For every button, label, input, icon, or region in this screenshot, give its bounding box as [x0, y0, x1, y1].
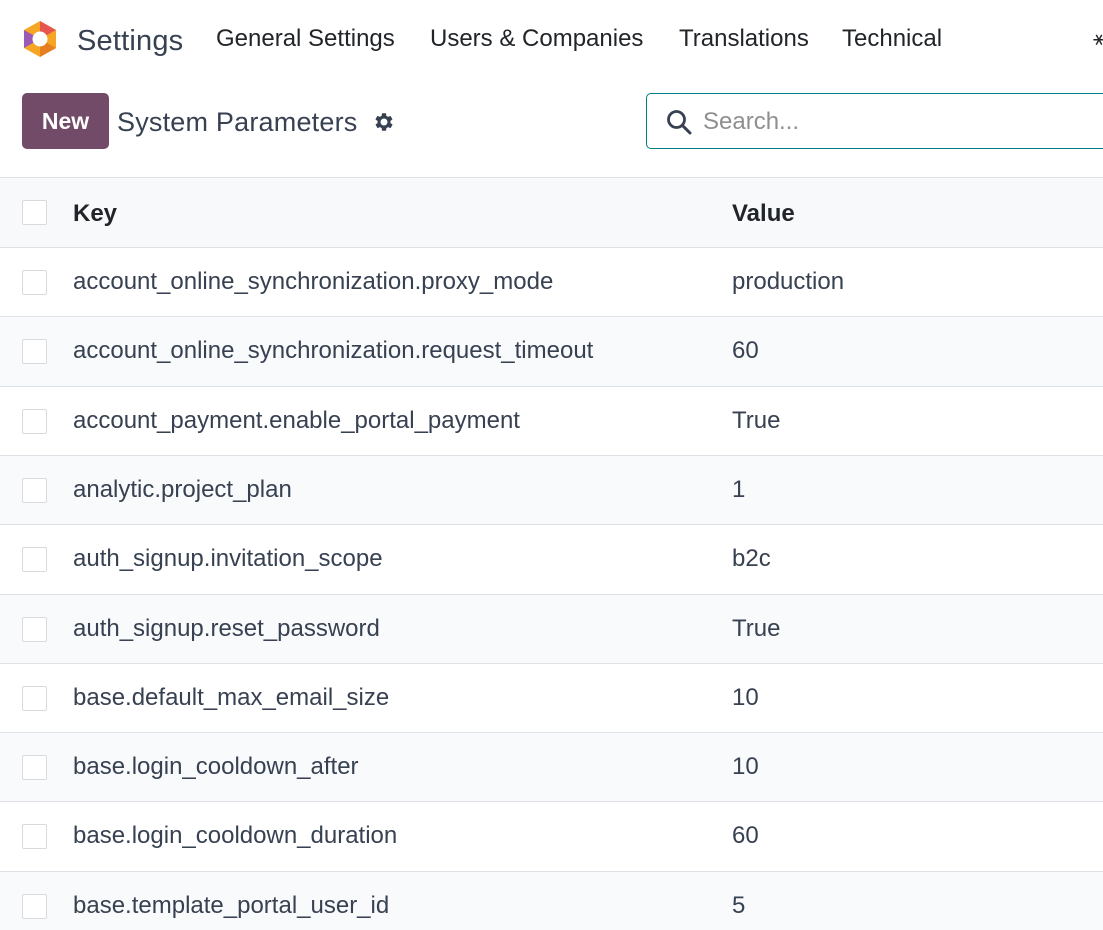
control-panel: New System Parameters [0, 80, 1103, 178]
table-row[interactable]: auth_signup.invitation_scope b2c [0, 524, 1103, 594]
cell-value: 60 [732, 337, 759, 365]
menu-general-settings[interactable]: General Settings [216, 25, 395, 53]
cell-key: account_payment.enable_portal_payment [73, 406, 520, 434]
cell-value: 1 [732, 475, 746, 503]
cell-value: True [732, 406, 781, 434]
cell-value: 60 [732, 822, 759, 850]
app-name[interactable]: Settings [77, 25, 183, 58]
gear-icon[interactable] [372, 110, 396, 134]
system-parameters-table: Key Value account_online_synchronization… [0, 177, 1103, 930]
cell-key: base.template_portal_user_id [73, 891, 390, 919]
search-input[interactable] [703, 103, 1083, 141]
row-checkbox[interactable] [22, 270, 47, 295]
cell-key: base.default_max_email_size [73, 683, 390, 711]
menu-users-companies[interactable]: Users & Companies [430, 25, 643, 53]
table-row[interactable]: base.default_max_email_size 10 [0, 662, 1103, 733]
cell-key: base.login_cooldown_after [73, 753, 359, 781]
cell-key: base.login_cooldown_duration [73, 822, 398, 850]
row-checkbox[interactable] [22, 477, 47, 503]
table-row[interactable]: base.login_cooldown_duration 60 [0, 801, 1103, 871]
table-row[interactable]: analytic.project_plan 1 [0, 454, 1103, 525]
menu-translations[interactable]: Translations [679, 25, 809, 53]
row-checkbox[interactable] [22, 616, 47, 642]
select-all-checkbox[interactable] [22, 200, 47, 225]
systray-activity-icon[interactable]: ⚹ [1093, 28, 1103, 51]
column-header-key[interactable]: Key [73, 200, 117, 228]
table-header-row: Key Value [0, 177, 1103, 247]
cell-value: b2c [732, 545, 771, 573]
settings-app-logo-icon[interactable] [22, 20, 58, 58]
top-navbar: Settings General Settings Users & Compan… [0, 0, 1103, 80]
cell-key: auth_signup.invitation_scope [73, 545, 383, 573]
search-box [646, 93, 1103, 149]
table-row[interactable]: auth_signup.reset_password True [0, 593, 1103, 663]
table-row[interactable]: base.login_cooldown_after 10 [0, 732, 1103, 802]
table-row[interactable]: base.template_portal_user_id 5 [0, 870, 1103, 930]
row-checkbox[interactable] [22, 893, 47, 919]
row-checkbox[interactable] [22, 547, 47, 573]
cell-key: auth_signup.reset_password [73, 614, 380, 642]
cell-key: account_online_synchronization.request_t… [73, 337, 594, 365]
cell-value: 5 [732, 891, 746, 919]
page-title: System Parameters [117, 107, 358, 137]
row-checkbox[interactable] [22, 339, 47, 365]
cell-value: True [732, 614, 781, 642]
row-checkbox[interactable] [22, 685, 47, 711]
table-row[interactable]: account_online_synchronization.request_t… [0, 316, 1103, 386]
cell-value: production [732, 268, 845, 295]
cell-key: account_online_synchronization.proxy_mod… [73, 268, 554, 295]
search-icon[interactable] [665, 108, 693, 136]
column-header-value[interactable]: Value [732, 200, 795, 228]
menu-technical[interactable]: Technical [842, 25, 942, 53]
row-checkbox[interactable] [22, 408, 47, 434]
new-button[interactable]: New [22, 93, 109, 149]
cell-value: 10 [732, 683, 759, 711]
table-row[interactable]: account_online_synchronization.proxy_mod… [0, 247, 1103, 317]
cell-key: analytic.project_plan [73, 475, 292, 503]
row-checkbox[interactable] [22, 755, 47, 781]
table-row[interactable]: account_payment.enable_portal_payment Tr… [0, 385, 1103, 455]
cell-value: 10 [732, 753, 759, 781]
row-checkbox[interactable] [22, 824, 47, 850]
